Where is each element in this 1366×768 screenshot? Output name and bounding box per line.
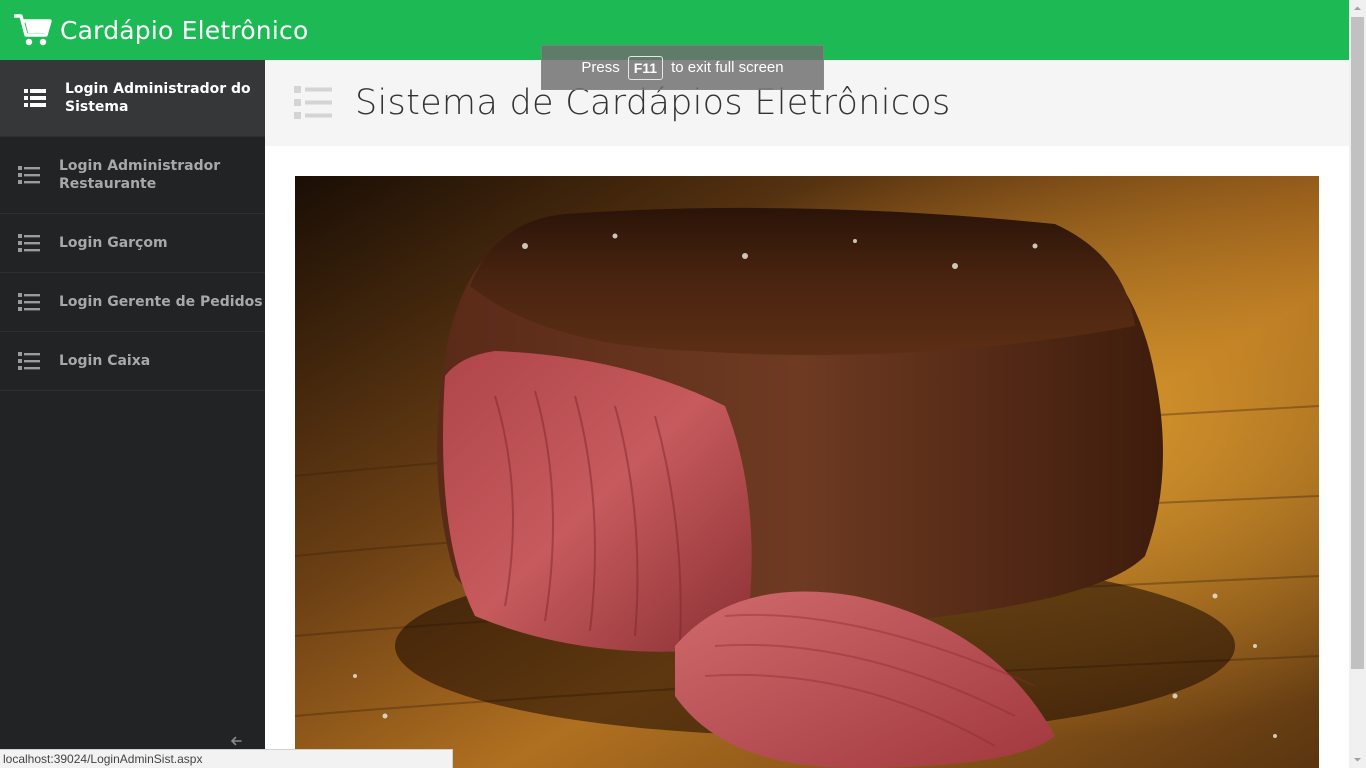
- fullscreen-notice-suffix: to exit full screen: [671, 59, 784, 76]
- sidebar-item-garcom[interactable]: Login Garçom: [0, 214, 265, 273]
- sidebar-item-admin-restaurante[interactable]: Login Administrador Restaurante: [0, 137, 265, 214]
- fullscreen-notice: Press F11 to exit full screen: [541, 45, 824, 90]
- shopping-cart-icon[interactable]: [14, 13, 52, 47]
- f11-key-badge: F11: [627, 55, 664, 80]
- sidebar: Login Administrador do Sistema Login Adm…: [0, 60, 265, 768]
- status-bar-url: localhost:39024/LoginAdminSist.aspx: [0, 749, 453, 768]
- sidebar-item-label: Login Caixa: [59, 353, 151, 369]
- scroll-down-arrow-icon[interactable]: [1349, 751, 1366, 768]
- scrollbar-thumb[interactable]: [1351, 17, 1364, 669]
- steak-image: [295, 176, 1319, 768]
- arrow-left-icon[interactable]: [228, 733, 244, 749]
- sidebar-item-label: Login Administrador do Sistema: [65, 81, 251, 115]
- list-icon: [24, 89, 46, 107]
- sidebar-item-admin-sistema[interactable]: Login Administrador do Sistema: [0, 60, 265, 137]
- hero-image: [295, 176, 1319, 768]
- app-title[interactable]: Cardápio Eletrônico: [60, 16, 308, 45]
- list-icon: [18, 352, 40, 370]
- sidebar-item-label: Login Administrador Restaurante: [59, 158, 221, 192]
- sidebar-item-caixa[interactable]: Login Caixa: [0, 332, 265, 391]
- sidebar-item-label: Login Gerente de Pedidos: [59, 294, 263, 310]
- fullscreen-notice-press: Press: [581, 59, 620, 76]
- sidebar-item-gerente-pedidos[interactable]: Login Gerente de Pedidos: [0, 273, 265, 332]
- list-icon: [18, 166, 40, 184]
- list-icon: [18, 234, 40, 252]
- list-icon: [18, 293, 40, 311]
- scroll-up-arrow-icon[interactable]: [1349, 0, 1366, 17]
- list-icon: [294, 86, 332, 119]
- sidebar-item-label: Login Garçom: [59, 235, 168, 251]
